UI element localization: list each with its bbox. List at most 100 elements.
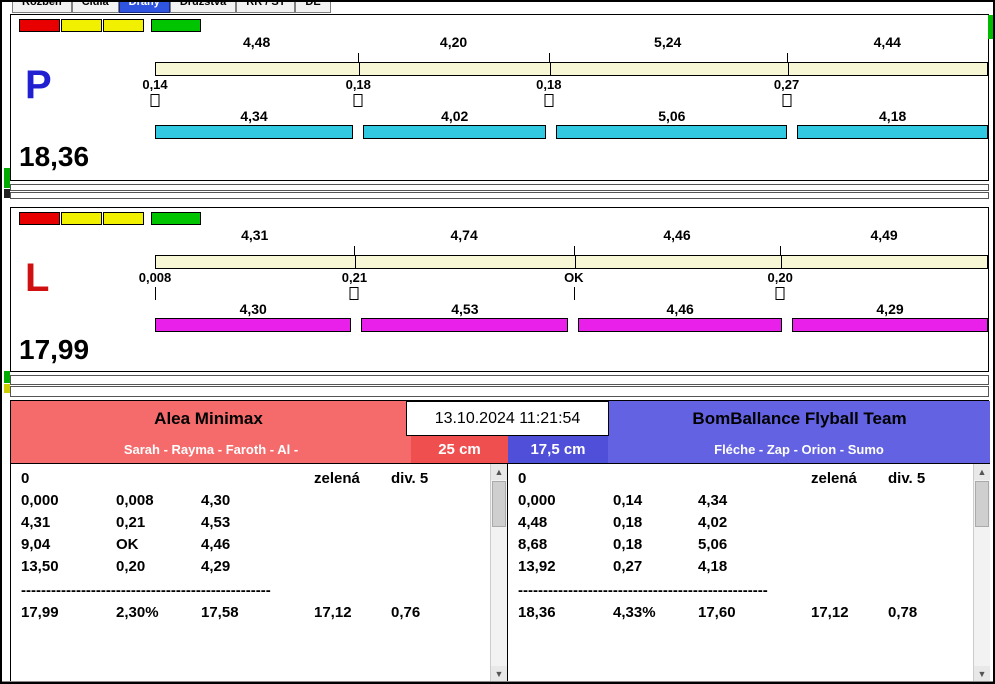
divider-strip (10, 375, 989, 385)
table-cell: div. 5 (888, 470, 926, 487)
scroll-thumb[interactable] (975, 481, 989, 527)
table-cell: 13,50 (21, 558, 59, 575)
team-right-jump-height: 17,5 cm (508, 436, 608, 463)
run-bar-segment (363, 125, 547, 139)
table-cell: 0 (21, 470, 30, 487)
run-time: 4,46 (666, 301, 694, 317)
team-left-lineup: Sarah - Rayma - Faroth - Al - (123, 442, 299, 457)
change-time: 0,14 (142, 77, 168, 92)
edge-artifact (4, 371, 10, 383)
run-time: 4,29 (876, 301, 904, 317)
table-cell: zelená (811, 470, 857, 487)
divider-strip (10, 184, 989, 191)
team-right-name: BomBallance Flyball Team (692, 408, 907, 428)
table-row: 13,92 0,27 4,18 (508, 558, 973, 580)
table-row: 0,000 0,008 4,30 (11, 492, 490, 514)
red-light (19, 212, 60, 225)
pass-tick (358, 53, 360, 62)
scroll-down-icon[interactable]: ▼ (974, 666, 990, 682)
datetime-text: 13.10.2024 11:21:54 (434, 409, 581, 427)
pass-time: 5,24 (654, 34, 682, 50)
tab-cidla[interactable]: Čidla (71, 2, 119, 13)
table-cell: 17,58 (201, 604, 239, 621)
team-left-header: Alea Minimax (11, 401, 406, 436)
team-left-name: Alea Minimax (154, 408, 263, 428)
run-bar-segment (556, 125, 788, 139)
table-cell: 4,48 (518, 514, 548, 531)
run-bar-segment (797, 125, 988, 139)
box-marker (349, 287, 359, 300)
scrollbar[interactable]: ▲ ▼ (490, 464, 507, 682)
table-separator: ----------------------------------------… (21, 582, 271, 599)
table-row: 0,000 0,14 4,34 (508, 492, 973, 514)
table-cell: div. 5 (391, 470, 429, 487)
tab-de[interactable]: DE (295, 2, 331, 13)
yellow-light (103, 212, 144, 225)
change-time: OK (564, 270, 584, 285)
yellow-light (103, 19, 144, 32)
table-cell: 0,27 (613, 558, 643, 575)
flyball-timing-app: Rozběh Čidla Dráhy Družstva RR / ST DE P… (0, 0, 995, 684)
table-cell: 4,30 (201, 492, 231, 509)
pass-bar-divider (574, 256, 576, 268)
pass-bar-divider (549, 63, 551, 75)
tab-rozbeh[interactable]: Rozběh (12, 2, 72, 13)
pass-time: 4,44 (873, 34, 901, 50)
divider-strip (10, 386, 989, 397)
table-cell: 0,008 (116, 492, 154, 509)
table-row: 4,48 0,18 4,02 (508, 514, 973, 536)
green-light (151, 212, 201, 225)
table-row: 4,31 0,21 4,53 (11, 514, 490, 536)
pass-bar-divider (787, 63, 789, 75)
pass-tick (780, 246, 782, 255)
table-cell: 17,12 (314, 604, 352, 621)
table-separator: ----------------------------------------… (518, 582, 768, 599)
table-cell: 4,18 (698, 558, 728, 575)
table-cell: 0,18 (613, 536, 643, 553)
run-time: 4,53 (451, 301, 479, 317)
scroll-up-icon[interactable]: ▲ (491, 464, 507, 480)
table-cell: 0,76 (391, 604, 421, 621)
table-totals-row: 18,36 4,33% 17,60 17,12 0,78 (508, 604, 973, 626)
table-row: 13,50 0,20 4,29 (11, 558, 490, 580)
scrollbar[interactable]: ▲ ▼ (973, 464, 990, 682)
scroll-thumb[interactable] (492, 481, 506, 527)
pass-bar-divider (359, 63, 361, 75)
pass-tick (354, 246, 356, 255)
lane-total-time: 18,36 (19, 141, 90, 172)
table-cell: 18,36 (518, 604, 556, 621)
change-time: 0,21 (341, 270, 368, 285)
run-time: 4,34 (240, 108, 268, 124)
box-marker (775, 287, 785, 300)
pass-bar-divider (355, 256, 357, 268)
table-cell: 0,20 (116, 558, 146, 575)
red-light (19, 19, 60, 32)
run-time: 4,02 (441, 108, 469, 124)
table-cell: 17,99 (21, 604, 59, 621)
table-cell: OK (116, 536, 139, 553)
edge-artifact (4, 189, 10, 198)
lane-panel-right: P 18,36 4,48 4,20 5,24 4,44 0,14 0,18 0,18 0,27… (10, 14, 989, 181)
change-time: 0,008 (138, 270, 172, 285)
pass-time: 4,31 (241, 227, 269, 243)
divider-strip (10, 192, 989, 199)
edge-artifact (4, 168, 10, 188)
scroll-up-icon[interactable]: ▲ (974, 464, 990, 480)
tick-marker (155, 287, 156, 300)
pass-tick (573, 246, 575, 255)
box-marker (544, 94, 554, 107)
datetime-box: 13.10.2024 11:21:54 (406, 401, 609, 436)
tab-rr-st[interactable]: RR / ST (236, 2, 296, 13)
pass-bar (155, 62, 988, 76)
tick-marker (573, 287, 575, 300)
tab-drahy[interactable]: Dráhy (118, 2, 170, 13)
pass-tick (548, 53, 550, 62)
table-cell: 2,30% (116, 604, 159, 621)
table-cell: 13,92 (518, 558, 556, 575)
table-cell: 5,06 (698, 536, 728, 553)
team-left-results-table: ▲ ▼ 0 zelená div. 5 0,000 0,008 4,30 4,31 0,21 4… (11, 463, 508, 682)
lane-letter: L (25, 256, 50, 300)
scroll-down-icon[interactable]: ▼ (491, 666, 507, 682)
green-light (151, 19, 201, 32)
tab-druzstva[interactable]: Družstva (169, 2, 237, 13)
